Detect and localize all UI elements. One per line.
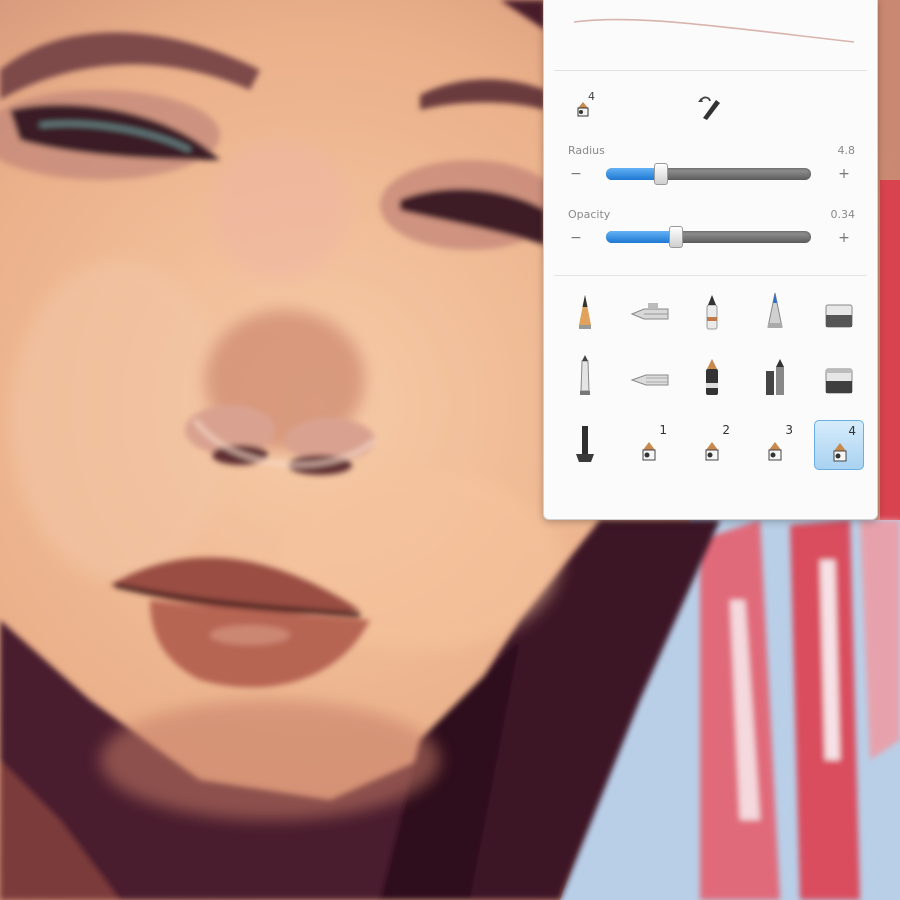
tool-number: 2 bbox=[722, 423, 730, 437]
fill-bucket-icon bbox=[825, 368, 853, 394]
marker-icon bbox=[706, 295, 718, 330]
current-brush-number: 4 bbox=[588, 90, 595, 103]
radius-slider-fill bbox=[606, 168, 662, 180]
paintbrush-icon bbox=[580, 355, 590, 395]
opacity-increase-button[interactable]: + bbox=[836, 230, 852, 246]
brush-swap-button[interactable] bbox=[694, 92, 726, 124]
tool-blender[interactable] bbox=[560, 420, 610, 470]
radius-slider[interactable] bbox=[606, 163, 811, 185]
opacity-slider-fill bbox=[606, 231, 676, 243]
tool-number: 1 bbox=[659, 423, 667, 437]
brush-pens-icon bbox=[766, 359, 784, 395]
tool-custom-brush-4[interactable]: 4 bbox=[814, 420, 864, 470]
opacity-slider-thumb[interactable] bbox=[668, 226, 683, 248]
stroke-preview bbox=[554, 0, 867, 71]
blender-icon bbox=[576, 426, 594, 462]
chisel-marker-icon bbox=[706, 359, 718, 395]
tool-number: 4 bbox=[848, 424, 856, 438]
tool-ballpoint-pen[interactable] bbox=[750, 287, 800, 337]
ballpoint-pen-icon bbox=[767, 292, 783, 328]
tool-smear[interactable] bbox=[624, 353, 674, 403]
opacity-label: Opacity bbox=[568, 208, 611, 221]
radius-slider-thumb[interactable] bbox=[654, 163, 669, 185]
tool-fill-bucket[interactable] bbox=[814, 353, 864, 403]
airbrush-icon bbox=[630, 303, 669, 320]
tool-custom-brush-2[interactable]: 2 bbox=[687, 420, 737, 470]
tool-custom-brush-1[interactable]: 1 bbox=[624, 420, 674, 470]
eraser-icon bbox=[825, 304, 853, 328]
tool-number: 3 bbox=[785, 423, 793, 437]
tool-paintbrush[interactable] bbox=[560, 353, 610, 403]
tool-brush-pens[interactable] bbox=[750, 353, 800, 403]
current-brush-button[interactable]: 4 bbox=[572, 90, 595, 120]
opacity-slider[interactable] bbox=[606, 226, 811, 248]
smear-icon bbox=[630, 374, 669, 386]
pen-tool-icon bbox=[698, 96, 720, 120]
brush-properties-panel: 4 Radius 4.8 − + Opacity 0.34 − + 1 2 3 … bbox=[543, 0, 878, 520]
panel-divider bbox=[554, 275, 867, 276]
radius-label: Radius bbox=[568, 144, 605, 157]
custom-brush-icon bbox=[833, 443, 847, 462]
pencil-icon bbox=[579, 295, 591, 329]
tool-custom-brush-3[interactable]: 3 bbox=[750, 420, 800, 470]
tool-eraser[interactable] bbox=[814, 287, 864, 337]
tool-airbrush[interactable] bbox=[624, 287, 674, 337]
radius-increase-button[interactable]: + bbox=[836, 166, 852, 182]
opacity-decrease-button[interactable]: − bbox=[568, 230, 584, 246]
tool-marker[interactable] bbox=[687, 287, 737, 337]
radius-decrease-button[interactable]: − bbox=[568, 166, 584, 182]
radius-value: 4.8 bbox=[837, 144, 856, 157]
tool-chisel-marker[interactable] bbox=[687, 353, 737, 403]
opacity-value: 0.34 bbox=[830, 208, 856, 221]
tool-pencil[interactable] bbox=[560, 287, 610, 337]
